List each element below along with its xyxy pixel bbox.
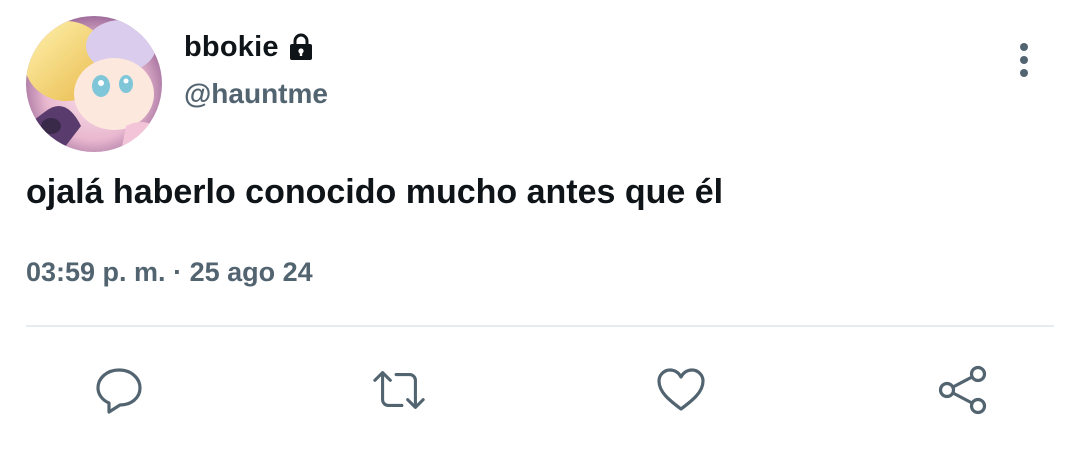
retweet-icon	[373, 371, 425, 409]
lock-icon	[287, 32, 315, 62]
tweet-text: ojalá haberlo conocido mucho antes que é…	[26, 173, 724, 211]
share-icon	[938, 365, 987, 415]
tweet-timestamp[interactable]: 03:59 p. m. · 25 ago 24	[26, 257, 313, 288]
display-name-row: bbokie	[184, 27, 315, 67]
retweet-button[interactable]	[371, 362, 427, 418]
share-button[interactable]	[935, 362, 991, 418]
timestamp-separator: ·	[173, 257, 183, 287]
tweet-card: bbokie @hauntme ojalá haberlo conocido m…	[0, 0, 1080, 453]
tweet-time: 03:59 p. m.	[26, 257, 166, 287]
like-icon	[657, 368, 705, 411]
reply-button[interactable]	[91, 362, 147, 418]
tweet-date: 25 ago 24	[189, 257, 313, 287]
divider	[26, 325, 1054, 327]
reply-icon	[96, 368, 142, 414]
avatar[interactable]	[26, 16, 162, 152]
display-name[interactable]: bbokie	[184, 31, 279, 64]
avatar-image	[26, 16, 162, 152]
like-button[interactable]	[653, 362, 709, 418]
more-options-icon[interactable]	[1008, 40, 1040, 82]
user-handle[interactable]: @hauntme	[184, 78, 328, 110]
